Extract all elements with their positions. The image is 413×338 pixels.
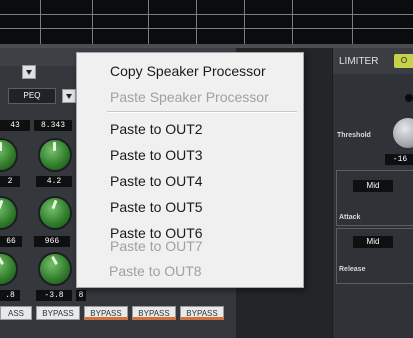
menu-separator-highlight <box>107 112 297 113</box>
value-box: -3.8 <box>36 290 72 301</box>
menu-item-paste-to-out3[interactable]: Paste to OUT3 <box>110 147 203 163</box>
attack-label: Attack <box>339 214 361 221</box>
threshold-label: Threshold <box>337 132 371 139</box>
limiter-on-button[interactable]: O <box>394 54 413 68</box>
knob-indicator <box>50 255 59 266</box>
gain-knob[interactable] <box>40 198 70 228</box>
graph-strip <box>0 0 413 44</box>
knob-indicator <box>51 199 58 210</box>
eq-type-label: PEQ <box>23 91 41 100</box>
frequency-knob[interactable] <box>0 140 16 170</box>
context-menu: Copy Speaker Processor Paste Speaker Pro… <box>76 52 304 288</box>
value-box: 8.343 <box>34 120 72 131</box>
grid-line <box>292 0 293 44</box>
bypass-button[interactable]: BYPASS <box>36 306 80 320</box>
eq-type-dropdown[interactable]: PEQ <box>8 88 56 104</box>
value-box: 4.2 <box>36 176 72 187</box>
value-box: .8 <box>0 290 20 301</box>
grid-line <box>92 0 93 44</box>
menu-item-paste-to-out7[interactable]: Paste to OUT7 <box>110 238 203 254</box>
threshold-value: -16 <box>385 154 413 165</box>
grid-line <box>148 0 149 44</box>
value-box: 66 <box>0 236 22 247</box>
gain-knob[interactable] <box>0 198 16 228</box>
knob-indicator <box>0 142 2 151</box>
release-value[interactable]: Mid <box>353 236 393 248</box>
bypass-button[interactable]: BYPASS <box>132 306 176 320</box>
grid-line <box>40 0 41 44</box>
menu-item-copy-speaker-processor[interactable]: Copy Speaker Processor <box>110 63 266 79</box>
attack-value[interactable]: Mid <box>353 180 393 192</box>
q-knob[interactable] <box>40 254 70 284</box>
value-box: 43 <box>0 120 30 131</box>
value-box: 2 <box>0 176 20 187</box>
eq-type-dropdown-button[interactable] <box>62 89 76 103</box>
limiter-title: LIMITER <box>339 56 379 67</box>
menu-item-paste-to-out2[interactable]: Paste to OUT2 <box>110 121 203 137</box>
q-knob[interactable] <box>0 254 16 284</box>
frequency-knob[interactable] <box>40 140 70 170</box>
bypass-button[interactable]: ASS <box>0 306 32 320</box>
knob-indicator <box>0 199 4 210</box>
limiter-panel: LIMITER O Threshold -16 Mid Attack Mid R… <box>332 48 413 338</box>
release-label: Release <box>339 266 366 273</box>
menu-item-paste-to-out4[interactable]: Paste to OUT4 <box>110 173 203 189</box>
threshold-knob[interactable] <box>393 118 413 148</box>
value-box: 8 <box>76 290 86 301</box>
grid-line <box>196 0 197 44</box>
bypass-button[interactable]: BYPASS <box>180 306 224 320</box>
knob-indicator <box>53 142 56 151</box>
menu-item-paste-to-out5[interactable]: Paste to OUT5 <box>110 199 203 215</box>
indicator-led <box>405 94 413 102</box>
menu-item-paste-speaker-processor[interactable]: Paste Speaker Processor <box>110 89 269 105</box>
grid-line <box>244 0 245 44</box>
eq-band-dropdown-button[interactable] <box>22 65 36 79</box>
grid-line <box>352 0 353 44</box>
knob-indicator <box>0 255 5 266</box>
bypass-button[interactable]: BYPASS <box>84 306 128 320</box>
value-box: 966 <box>34 236 70 247</box>
